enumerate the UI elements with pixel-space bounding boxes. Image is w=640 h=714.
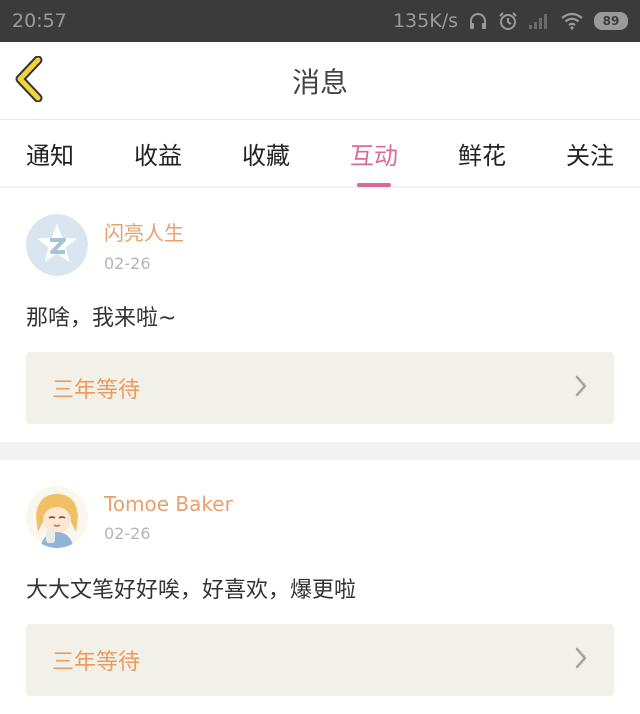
- message-card: Tomoe Baker 02-26 大大文笔好好唉，好喜欢，爆更啦 三年等待: [0, 460, 640, 714]
- anime-girl-avatar-icon: [26, 486, 88, 548]
- username[interactable]: Tomoe Baker: [104, 492, 233, 516]
- headphones-icon: [468, 11, 488, 31]
- tab-bar: 通知 收益 收藏 互动 鲜花 关注: [0, 120, 640, 187]
- user-row: 闪亮人生 02-26: [26, 212, 614, 278]
- referenced-work-title: 三年等待: [52, 650, 141, 675]
- tab-flowers[interactable]: 鲜花: [458, 132, 506, 175]
- message-card: 闪亮人生 02-26 那啥，我来啦~ 三年等待: [0, 188, 640, 442]
- avatar[interactable]: [26, 486, 88, 548]
- avatar[interactable]: [26, 214, 88, 276]
- comment-text: 那啥，我来啦~: [26, 306, 177, 331]
- comment-text: 大大文笔好好唉，好喜欢，爆更啦: [26, 578, 357, 603]
- user-row: Tomoe Baker 02-26: [26, 484, 614, 550]
- tab-notifications[interactable]: 通知: [26, 132, 74, 175]
- tab-interactions[interactable]: 互动: [350, 132, 398, 187]
- username[interactable]: 闪亮人生: [104, 217, 184, 246]
- signal-icon: [528, 12, 550, 30]
- message-date: 02-26: [104, 523, 151, 543]
- message-date: 02-26: [104, 254, 151, 273]
- referenced-work-title: 三年等待: [52, 378, 141, 403]
- alarm-icon: [498, 11, 518, 31]
- header: 消息: [0, 42, 640, 120]
- qq-star-avatar-icon: [26, 214, 88, 276]
- referenced-work[interactable]: 三年等待: [26, 624, 614, 696]
- tab-following[interactable]: 关注: [566, 132, 614, 175]
- wifi-icon: [560, 12, 584, 30]
- back-arrow-icon: [14, 55, 46, 106]
- status-time: 20:57: [12, 10, 67, 32]
- status-icons: 135K/s 89: [393, 10, 628, 32]
- chevron-right-icon: [574, 374, 588, 402]
- network-speed: 135K/s: [392, 10, 458, 32]
- status-bar: 20:57 135K/s 89: [0, 0, 640, 42]
- page-title: 消息: [291, 65, 348, 99]
- chevron-right-icon: [574, 646, 588, 674]
- tab-favorites[interactable]: 收藏: [242, 132, 290, 175]
- tab-earnings[interactable]: 收益: [134, 132, 182, 175]
- battery-icon: 89: [594, 12, 628, 30]
- referenced-work[interactable]: 三年等待: [26, 352, 614, 424]
- back-button[interactable]: [14, 55, 54, 106]
